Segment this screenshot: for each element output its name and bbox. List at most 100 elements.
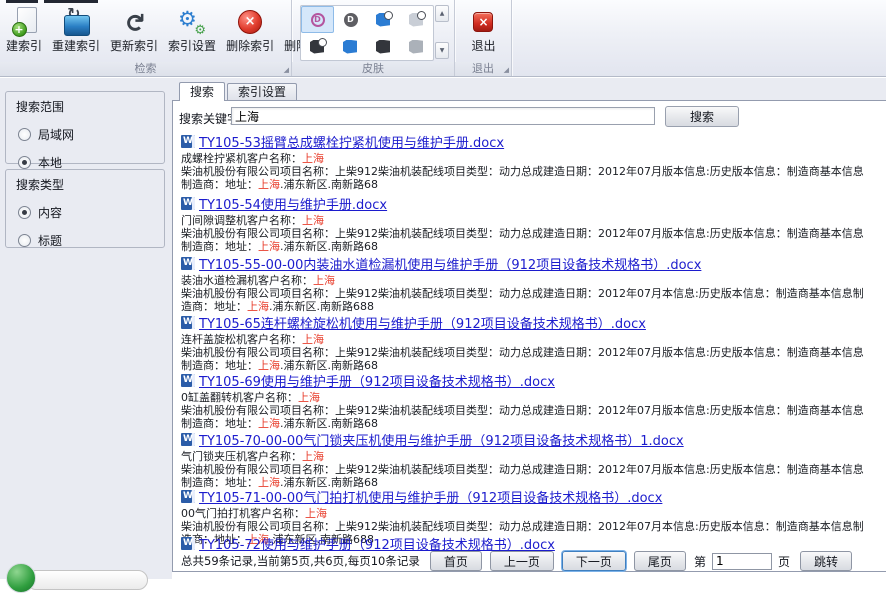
skin-circle-d-icon: D (344, 13, 358, 27)
scroll-up-icon[interactable]: ▲ (435, 5, 449, 22)
search-scope-groupbox: 搜索范围 局域网 本地 (5, 91, 165, 164)
refresh-arrows-icon: ↻ (120, 12, 149, 33)
drive-refresh-icon: ↻ (61, 8, 91, 36)
search-result: W TY105-53摇臂总成螺栓拧紧机使用与维护手册.docx 成螺栓拧紧机客户… (181, 133, 882, 191)
green-orb-button[interactable] (6, 563, 36, 593)
search-input[interactable] (231, 107, 655, 125)
highlight-keyword: 上海 (302, 152, 324, 165)
skin-circle-d-icon: D (311, 13, 325, 27)
skin-option-light-clock[interactable] (400, 6, 433, 33)
delete-index-button[interactable]: × 删除索引 (221, 3, 279, 65)
radio-title[interactable]: 标题 (18, 232, 164, 249)
bottom-strip (172, 572, 886, 579)
highlight-keyword: 上海 (258, 178, 280, 191)
delete-index-label: 删除索引 (226, 39, 274, 54)
skin-option-gray-office[interactable] (400, 33, 433, 60)
result-snippet: 成螺栓拧紧机客户名称：上海 柴油机股份有限公司项目名称：上柴912柴油机装配线项… (181, 152, 882, 191)
highlight-keyword: 上海 (258, 417, 280, 430)
radio-lan[interactable]: 局域网 (18, 126, 164, 143)
ribbon-group-index-title: 检索 (135, 62, 157, 75)
last-page-button[interactable]: 尾页 (634, 551, 686, 571)
search-scope-title: 搜索范围 (6, 92, 164, 115)
search-type-title: 搜索类型 (6, 170, 164, 193)
result-title-link[interactable]: TY105-55-00-00内装油水道检漏机使用与维护手册（912项目设备技术规… (199, 254, 701, 273)
highlight-keyword: 上海 (313, 274, 335, 287)
highlight-keyword: 上海 (302, 214, 324, 227)
word-doc-icon: W (181, 135, 195, 148)
exit-button[interactable]: × 退出 (466, 3, 500, 65)
search-type-groupbox: 搜索类型 内容 标题 (5, 169, 165, 248)
skin-option-blue-clock[interactable] (367, 6, 400, 33)
search-button[interactable]: 搜索 (665, 106, 739, 127)
office-clock-icon (376, 13, 391, 27)
rebuild-index-button[interactable]: ↻ 重建索引 (47, 3, 105, 65)
skin-option-dark-clock[interactable] (301, 33, 334, 60)
skin-option-dark-office[interactable] (367, 33, 400, 60)
ribbon-group-index-footer: 检索 ◢ (0, 62, 291, 76)
word-doc-icon: W (181, 374, 195, 387)
word-doc-icon: W (181, 316, 195, 329)
search-result: W TY105-65连杆螺栓旋松机使用与维护手册（912项目设备技术规格书）.d… (181, 314, 882, 372)
search-tab-page: 搜索关键字 搜索 W TY105-53摇臂总成螺栓拧紧机使用与维护手册.docx… (172, 100, 886, 572)
highlight-keyword: 上海 (258, 240, 280, 253)
search-keyword-label: 搜索关键字 (179, 110, 239, 127)
radio-content-label: 内容 (38, 204, 62, 221)
ribbon-group-exit-title: 退出 (472, 62, 494, 75)
result-title-link[interactable]: TY105-69使用与维护手册（912项目设备技术规格书）.docx (199, 371, 555, 390)
create-index-label: 建索引 (6, 39, 42, 54)
highlight-keyword: 上海 (247, 300, 269, 313)
dialog-launcher-icon[interactable]: ◢ (284, 67, 289, 74)
search-result: W TY105-70-00-00气门锁夹压机使用与维护手册（912项目设备技术规… (181, 431, 882, 489)
result-snippet: 门间隙调整机客户名称：上海 柴油机股份有限公司项目名称：上柴912柴油机装配线项… (181, 214, 882, 253)
skin-gallery-scroll: ▲ ▼ (435, 5, 449, 59)
word-doc-icon: W (181, 537, 195, 550)
search-result: W TY105-72使用与维护手册（912项目设备技术规格书）.docx (181, 535, 882, 551)
first-page-button[interactable]: 首页 (430, 551, 482, 571)
page-number-input[interactable] (712, 553, 772, 570)
exit-x-icon: × (473, 12, 493, 32)
scroll-down-icon[interactable]: ▼ (435, 42, 449, 59)
highlight-keyword: 上海 (305, 507, 327, 520)
index-settings-label: 索引设置 (168, 39, 216, 54)
window-chrome-fragment (6, 0, 38, 3)
radio-checked-icon (18, 206, 31, 219)
ribbon: + 建索引 ↻ 重建索引 ↻ 更新索引 ⚙⚙ 索引设置 × 删除索引 (0, 0, 886, 77)
index-settings-button[interactable]: ⚙⚙ 索引设置 (163, 3, 221, 65)
ribbon-group-skin: D D ▲ ▼ 皮肤 (292, 0, 455, 76)
search-result: W TY105-55-00-00内装油水道检漏机使用与维护手册（912项目设备技… (181, 255, 882, 313)
skin-option-dark-circle[interactable]: D (334, 6, 367, 33)
ribbon-group-index: + 建索引 ↻ 重建索引 ↻ 更新索引 ⚙⚙ 索引设置 × 删除索引 (0, 0, 292, 76)
word-doc-icon: W (181, 490, 195, 503)
new-document-icon: + (12, 7, 37, 37)
search-result: W TY105-69使用与维护手册（912项目设备技术规格书）.docx 0缸盖… (181, 372, 882, 430)
highlight-keyword: 上海 (298, 391, 320, 404)
office-clock-icon (409, 13, 424, 27)
next-page-button[interactable]: 下一页 (562, 551, 626, 571)
records-summary: 总共59条记录,当前第5页,共6页,每页10条记录 (181, 553, 420, 569)
floating-pill[interactable] (26, 570, 148, 590)
search-result: W TY105-54使用与维护手册.docx 门间隙调整机客户名称：上海 柴油机… (181, 195, 882, 253)
radio-content[interactable]: 内容 (18, 204, 164, 221)
jump-button[interactable]: 跳转 (800, 551, 852, 571)
result-title-link[interactable]: TY105-54使用与维护手册.docx (199, 194, 387, 213)
dialog-launcher-icon[interactable]: ◢ (504, 67, 509, 74)
result-title-link[interactable]: TY105-71-00-00气门拍打机使用与维护手册（912项目设备技术规格书）… (199, 487, 662, 506)
ribbon-group-skin-title: 皮肤 (362, 62, 384, 75)
prev-page-button[interactable]: 上一页 (490, 551, 554, 571)
office-logo-icon (409, 40, 424, 54)
tabstrip: 搜索 索引设置 (179, 82, 299, 101)
create-index-button[interactable]: + 建索引 (1, 3, 47, 65)
result-title-link[interactable]: TY105-53摇臂总成螺栓拧紧机使用与维护手册.docx (199, 132, 504, 151)
ribbon-group-skin-footer: 皮肤 (292, 62, 454, 76)
tab-index-settings[interactable]: 索引设置 (227, 83, 297, 100)
rebuild-index-label: 重建索引 (52, 39, 100, 54)
result-title-link[interactable]: TY105-65连杆螺栓旋松机使用与维护手册（912项目设备技术规格书）.doc… (199, 313, 646, 332)
tab-search[interactable]: 搜索 (179, 82, 225, 101)
radio-title-label: 标题 (38, 232, 62, 249)
skin-option-pink-circle[interactable]: D (301, 6, 334, 33)
update-index-button[interactable]: ↻ 更新索引 (105, 3, 163, 65)
result-title-link[interactable]: TY105-70-00-00气门锁夹压机使用与维护手册（912项目设备技术规格书… (199, 430, 684, 449)
skin-option-blue-office[interactable] (334, 33, 367, 60)
update-index-label: 更新索引 (110, 39, 158, 54)
word-doc-icon: W (181, 257, 195, 270)
